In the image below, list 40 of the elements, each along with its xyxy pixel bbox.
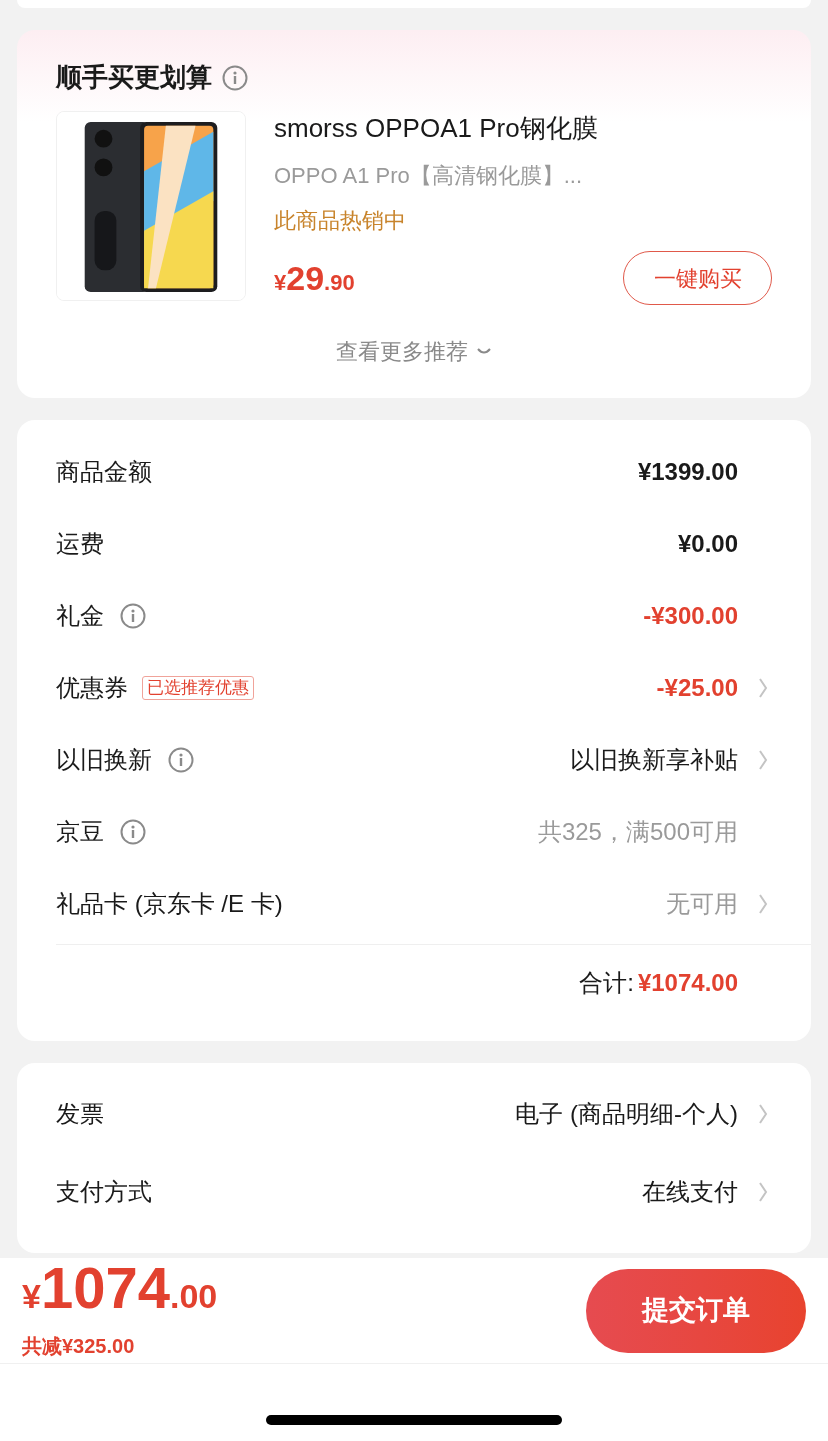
product-price: ¥29.90: [274, 257, 355, 299]
product-title: smorss OPPOA1 Pro钢化膜: [274, 112, 599, 145]
buy-now-button[interactable]: 一键购买: [623, 251, 772, 305]
row-label: 商品金额: [56, 457, 152, 487]
row-value: ¥0.00: [677, 529, 738, 559]
row-value: -¥300.00: [643, 601, 738, 631]
row-value: 共325，满500可用: [537, 817, 738, 847]
total-price: ¥1074.00: [22, 1260, 218, 1322]
chevron-right-icon: [758, 893, 768, 915]
see-more-button[interactable]: 查看更多推荐: [336, 335, 492, 368]
chevron-right-icon: [758, 1103, 768, 1125]
discount-text: 共减¥325.00: [22, 1334, 136, 1359]
hot-sale-label: 此商品热销中: [274, 207, 407, 235]
row-value[interactable]: 电子 (商品明细-个人): [515, 1096, 738, 1132]
row-label: 礼金: [56, 601, 104, 631]
section-title: 顺手买更划算: [56, 61, 212, 94]
row-value[interactable]: 在线支付: [642, 1174, 738, 1210]
chevron-right-icon: [758, 1181, 768, 1203]
submit-order-button[interactable]: 提交订单: [586, 1268, 806, 1353]
info-icon[interactable]: [222, 64, 248, 91]
row-value: ¥1399.00: [637, 457, 738, 487]
row-label: 运费: [56, 529, 104, 559]
row-label: 礼品卡 (京东卡 /E 卡): [56, 889, 283, 919]
row-label: 以旧换新: [56, 745, 152, 775]
info-icon[interactable]: [120, 819, 146, 845]
info-icon[interactable]: [168, 747, 194, 773]
coupon-tag: 已选推荐优惠: [142, 676, 254, 700]
row-label: 支付方式: [56, 1177, 152, 1207]
row-value[interactable]: 以旧换新享补贴: [570, 742, 738, 778]
row-value[interactable]: -¥25.00: [656, 670, 738, 706]
row-value[interactable]: 无可用: [666, 886, 738, 922]
info-icon[interactable]: [120, 603, 146, 629]
chevron-right-icon: [758, 749, 768, 771]
total-value: ¥1074.00: [637, 968, 738, 998]
row-label: 京豆: [56, 817, 104, 847]
row-label: 发票: [56, 1099, 104, 1129]
chevron-right-icon: [758, 677, 768, 699]
total-label: 合计:: [579, 968, 634, 998]
row-label: 优惠券: [56, 673, 128, 703]
product-subtitle: OPPO A1 Pro【高清钢化膜】...: [274, 162, 584, 190]
